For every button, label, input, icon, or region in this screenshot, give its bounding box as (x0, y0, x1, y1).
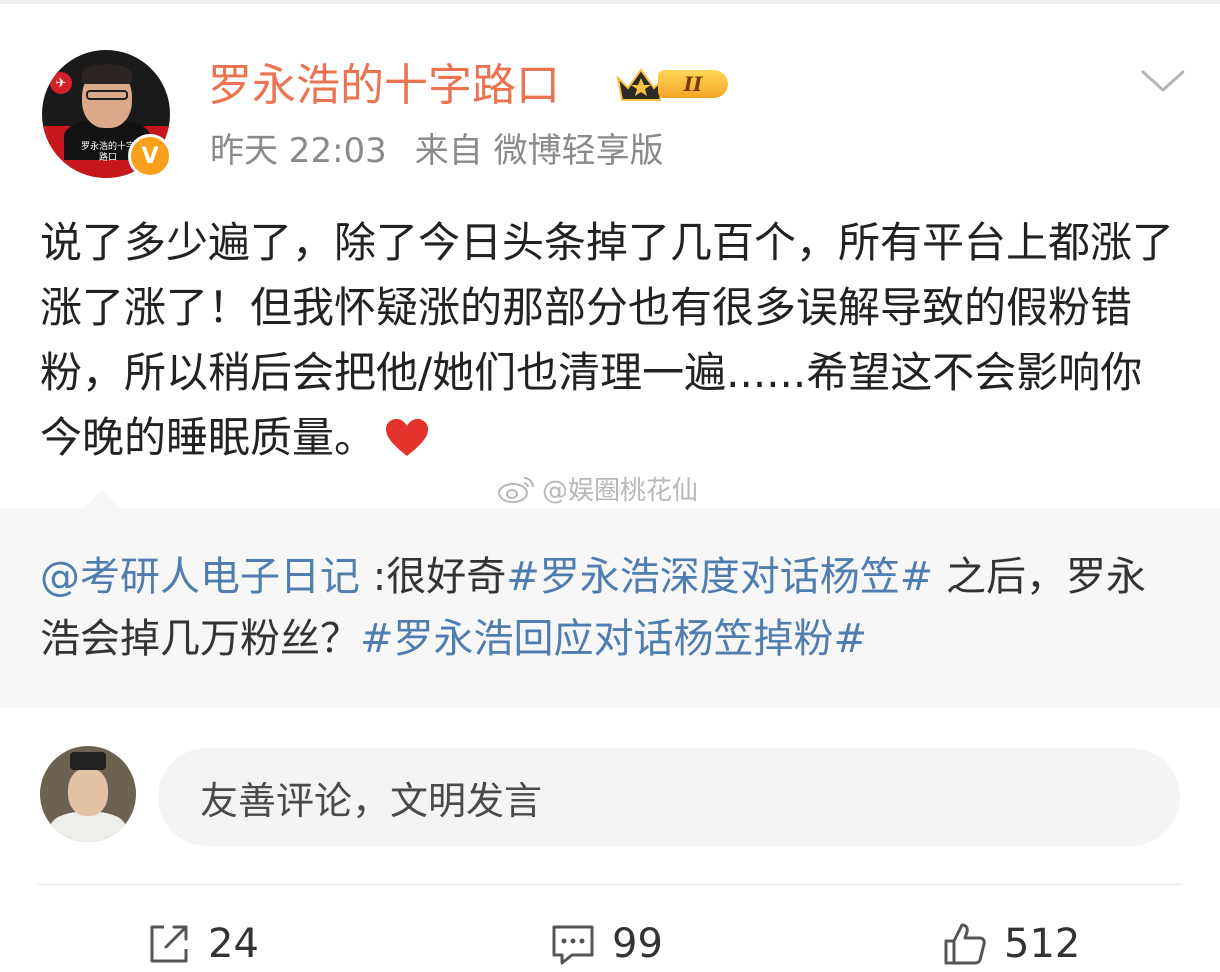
top-divider (0, 0, 1220, 4)
action-divider (38, 884, 1182, 885)
hashtag-link[interactable]: #罗永浩深度对话杨笠# (506, 554, 933, 600)
level-tag: II (658, 70, 728, 98)
post-meta: 昨天 22:03 来自 微博轻享版 (210, 128, 664, 174)
thumbs-up-icon (944, 923, 986, 965)
quote-text-before: :很好奇 (360, 554, 507, 600)
repost-icon (150, 925, 188, 963)
weibo-logo-icon (498, 476, 534, 503)
quote-notch (82, 490, 122, 510)
watermark-text: @娱圈桃花仙 (542, 476, 699, 506)
comment-placeholder: 友善评论，文明发言 (200, 778, 543, 823)
watermark: @娱圈桃花仙 (496, 470, 698, 507)
level-badge[interactable]: II (614, 60, 738, 104)
post-timestamp: 昨天 22:03 (210, 131, 387, 171)
like-button[interactable]: 512 (940, 916, 1080, 972)
heart-icon (386, 419, 429, 456)
mention-link[interactable]: @考研人电子日记 (40, 554, 360, 600)
comment-button[interactable]: 99 (548, 916, 663, 972)
post-content: 说了多少遍了，除了今日头条掉了几百个，所有平台上都涨了涨了涨了！但我怀疑涨的那部… (40, 210, 1180, 470)
quoted-post-text: @考研人电子日记 :很好奇#罗永浩深度对话杨笠# 之后，罗永浩会掉几万粉丝？#罗… (40, 546, 1185, 670)
avatar-hat (70, 752, 106, 770)
comment-count: 99 (612, 921, 663, 967)
like-count: 512 (1004, 921, 1081, 967)
verified-icon: V (128, 134, 172, 178)
avatar-face (68, 768, 108, 816)
current-user-avatar[interactable] (40, 746, 136, 842)
author-name[interactable]: 罗永浩的十字路口 (208, 58, 560, 114)
repost-button[interactable]: 24 (144, 916, 259, 972)
repost-count: 24 (208, 921, 259, 967)
comment-icon (552, 925, 594, 965)
plane-icon: ✈ (50, 72, 72, 94)
avatar-body (50, 812, 126, 842)
post-source[interactable]: 来自 微博轻享版 (415, 131, 664, 171)
hashtag-link[interactable]: #罗永浩回应对话杨笠掉粉# (360, 616, 867, 662)
avatar-hair (82, 64, 132, 84)
post-text: 说了多少遍了，除了今日头条掉了几百个，所有平台上都涨了涨了涨了！但我怀疑涨的那部… (40, 218, 1175, 462)
avatar-glasses (86, 90, 128, 100)
chevron-down-icon[interactable] (1140, 66, 1186, 96)
comment-input[interactable]: 友善评论，文明发言 (158, 748, 1180, 846)
